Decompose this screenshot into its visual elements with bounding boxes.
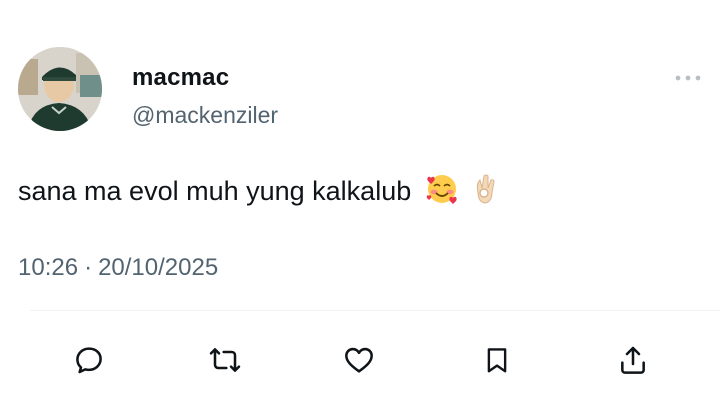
bookmark-button[interactable] [477,340,517,380]
avatar[interactable] [18,47,102,131]
comment-icon [76,347,102,374]
smiling-face-with-hearts-emoji [425,172,459,214]
profile-photo [18,47,102,131]
retweet-button[interactable] [205,340,245,380]
ok-hand-emoji [472,172,500,214]
divider [30,310,720,311]
timestamp-separator: · [84,254,93,281]
heart-icon [345,347,373,373]
like-button[interactable] [339,340,379,380]
share-button[interactable] [613,340,653,380]
more-options-button[interactable] [672,66,704,90]
bookmark-icon [487,348,507,373]
share-icon [621,346,645,374]
reply-button[interactable] [69,340,109,380]
more-dots-icon [675,75,701,81]
user-handle[interactable]: @mackenziler [132,101,278,129]
tweet-date: 20/10/2025 [98,254,219,281]
tweet-text-container: sana ma evol muh yung kalkalub [18,172,500,214]
tweet-timestamp[interactable]: 10:26 · 20/10/2025 [18,254,218,282]
retweet-icon [209,348,241,372]
display-name[interactable]: macmac [132,64,229,92]
tweet-text: sana ma evol muh yung kalkalub [18,176,412,207]
tweet-time: 10:26 [18,254,79,281]
